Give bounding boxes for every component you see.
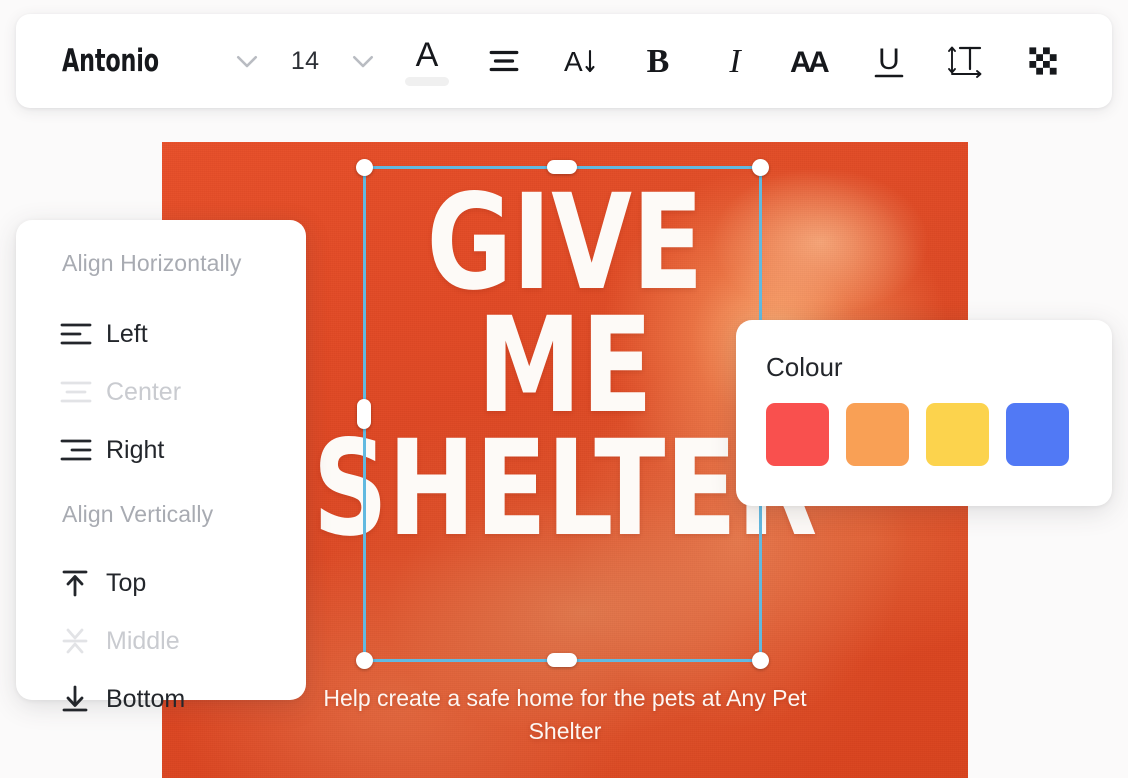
letter-a-colour-icon: A: [415, 36, 438, 74]
italic-icon: I: [728, 43, 742, 80]
font-size-chevron-down-icon[interactable]: [339, 31, 388, 91]
font-size-value: 14: [290, 46, 320, 75]
svg-text:I: I: [728, 43, 742, 80]
svg-text:A: A: [808, 46, 830, 79]
svg-text:U: U: [878, 43, 900, 76]
align-middle-label: Middle: [106, 626, 180, 655]
text-colour-button[interactable]: A: [388, 31, 465, 91]
align-top-label: Top: [106, 568, 147, 597]
underline-button[interactable]: U: [851, 31, 928, 91]
text-selection-frame[interactable]: [355, 158, 769, 669]
colour-swatch-orange[interactable]: [846, 403, 909, 466]
align-bottom-icon: [60, 684, 106, 714]
resize-handle-top-left[interactable]: [355, 158, 373, 176]
align-top-item[interactable]: Top: [16, 554, 306, 612]
text-colour-swatch: [404, 77, 449, 86]
resize-handle-top-right[interactable]: [751, 158, 769, 176]
font-family-value: Antonio: [62, 43, 159, 79]
font-size-selector[interactable]: 14: [272, 31, 339, 91]
letter-spacing-button[interactable]: A A: [774, 31, 851, 91]
underline-icon: U: [874, 43, 904, 78]
align-left-item[interactable]: Left: [16, 305, 306, 363]
text-case-button[interactable]: A: [542, 31, 619, 91]
align-menu-panel: Align Horizontally Left Center Right Ali…: [16, 220, 306, 713]
line-height-icon: [948, 46, 982, 78]
colour-panel-title: Colour: [766, 352, 843, 382]
align-middle-item[interactable]: Middle: [16, 612, 306, 670]
align-vertically-title: Align Vertically: [62, 501, 214, 527]
align-right-label: Right: [106, 435, 165, 464]
colour-swatch-yellow[interactable]: [926, 403, 989, 466]
colour-swatch-blue[interactable]: [1006, 403, 1069, 466]
align-top-icon: [60, 568, 106, 598]
svg-text:B: B: [647, 43, 670, 80]
font-family-selector[interactable]: Antonio: [62, 31, 222, 91]
bold-button[interactable]: B: [619, 31, 696, 91]
align-center-label: Center: [106, 377, 182, 406]
align-middle-icon: [60, 626, 106, 656]
font-family-chevron-down-icon[interactable]: [222, 31, 271, 91]
checkerboard-icon: [1029, 47, 1058, 75]
double-a-icon: A A: [790, 46, 830, 79]
align-bottom-label: Bottom: [106, 684, 186, 713]
align-left-label: Left: [106, 319, 148, 348]
text-spacing-button[interactable]: [928, 31, 1005, 91]
svg-text:A: A: [415, 36, 438, 74]
align-horizontally-title: Align Horizontally: [62, 250, 242, 276]
align-center-icon: [60, 379, 106, 405]
resize-handle-left-center[interactable]: [357, 398, 371, 429]
italic-button[interactable]: I: [697, 31, 774, 91]
transparency-button[interactable]: [1005, 31, 1082, 91]
bold-icon: B: [647, 43, 670, 80]
resize-handle-bottom-left[interactable]: [355, 651, 373, 669]
resize-handle-top-center[interactable]: [547, 160, 577, 174]
align-center-icon: [489, 50, 519, 72]
colour-swatch-red[interactable]: [766, 403, 829, 466]
colour-swatch-list: [766, 403, 1112, 466]
text-align-button[interactable]: [465, 31, 542, 91]
svg-text:A: A: [564, 46, 583, 77]
align-center-item[interactable]: Center: [16, 363, 306, 421]
align-right-item[interactable]: Right: [16, 421, 306, 479]
align-bottom-item[interactable]: Bottom: [16, 670, 306, 728]
align-left-icon: [60, 321, 106, 347]
text-format-toolbar: Antonio 14 A A B I A A U: [16, 14, 1112, 108]
resize-handle-bottom-right[interactable]: [751, 651, 769, 669]
letter-a-arrow-down-icon: A: [564, 46, 595, 77]
align-right-icon: [60, 437, 106, 463]
colour-panel: Colour: [736, 320, 1112, 506]
resize-handle-bottom-center[interactable]: [547, 653, 577, 667]
